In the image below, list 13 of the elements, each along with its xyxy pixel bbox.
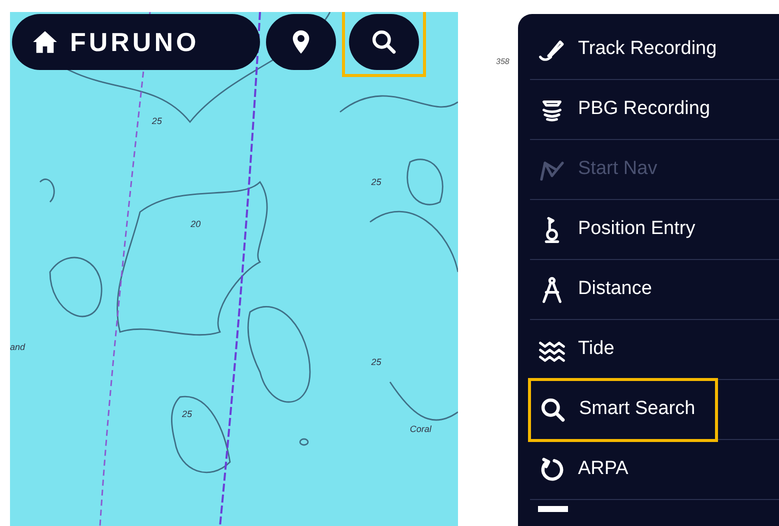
depth-label: 25 — [182, 408, 192, 421]
depth-label: and — [10, 340, 26, 354]
depth-label: Coral — [410, 423, 432, 436]
depth-label: 20 — [190, 218, 201, 231]
search-icon — [539, 396, 567, 424]
search-icon — [370, 28, 398, 56]
menu-item[interactable]: Smart Search — [528, 378, 718, 442]
home-icon — [32, 29, 58, 55]
home-logo-button[interactable]: FURUNO — [12, 14, 260, 70]
scale-label: 358 — [496, 56, 510, 68]
depth-label: 25 — [371, 356, 382, 370]
depth-label: 25 — [152, 114, 162, 128]
depth-label: 25 — [371, 176, 382, 190]
